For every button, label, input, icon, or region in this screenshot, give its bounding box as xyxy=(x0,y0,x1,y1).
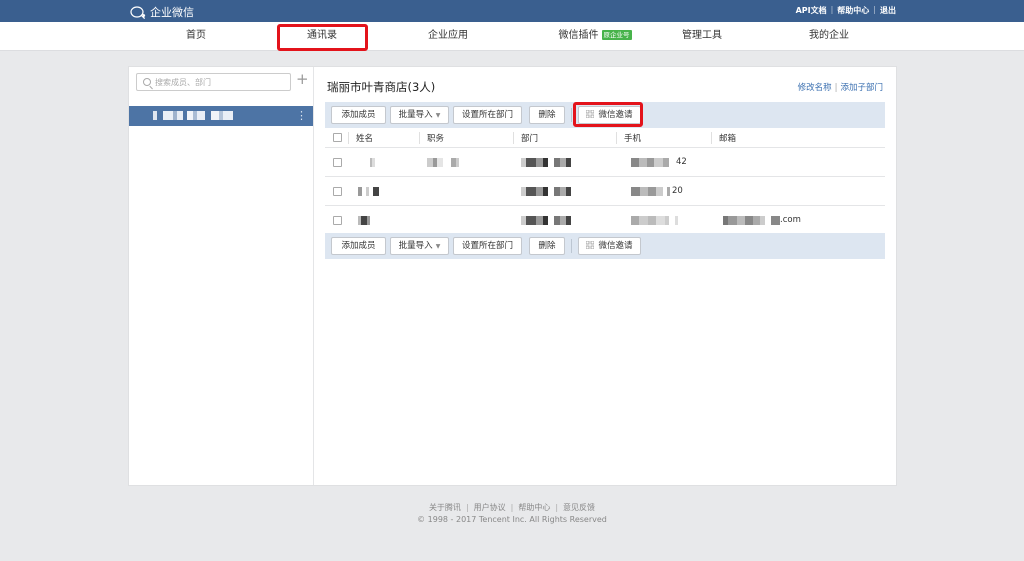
phone-suffix: 20 xyxy=(672,186,683,196)
member-search xyxy=(136,73,291,91)
user-agreement-link[interactable]: 用户协议 xyxy=(474,503,506,512)
more-options-icon[interactable]: ⋮ xyxy=(296,109,307,122)
row-checkbox[interactable] xyxy=(333,216,342,225)
table-row[interactable]: .com xyxy=(325,206,885,235)
plus-icon[interactable]: + xyxy=(296,71,309,87)
main-nav: 首页 通讯录 企业应用 微信插件 原企业号 管理工具 我的企业 xyxy=(0,22,1024,51)
wechat-invite-highlight-box xyxy=(573,102,643,127)
logout-link[interactable]: 退出 xyxy=(880,5,896,16)
nav-home[interactable]: 首页 xyxy=(166,22,226,50)
api-docs-link[interactable]: API文档 xyxy=(796,5,827,16)
column-separator xyxy=(513,132,514,144)
top-links: API文档 | 帮助中心 | 退出 xyxy=(796,5,896,16)
column-department: 部门 xyxy=(521,133,539,144)
phone-cell: 42 xyxy=(631,148,687,176)
contacts-panel: + ⋮ 瑞丽市叶青商店(3人) 修改名称|添加子部门 添加成员 批量导入▼ 设置… xyxy=(128,66,897,486)
qr-code-icon xyxy=(586,241,595,249)
redacted-phone xyxy=(631,157,676,167)
phone-cell: 20 xyxy=(631,177,683,205)
toolbar-separator xyxy=(571,239,572,253)
table-row[interactable]: 20 xyxy=(325,177,885,206)
delete-button[interactable]: 删除 xyxy=(529,237,565,255)
column-name: 姓名 xyxy=(356,133,374,144)
app-logo[interactable]: 企业微信 xyxy=(130,4,194,20)
redacted-phone xyxy=(631,186,672,196)
redacted-department xyxy=(521,148,571,176)
app-name: 企业微信 xyxy=(150,6,194,19)
nav-apps[interactable]: 企业应用 xyxy=(418,22,478,50)
bulk-import-button[interactable]: 批量导入 ▼ xyxy=(390,237,449,255)
department-title: 瑞丽市叶青商店(3人) xyxy=(327,80,436,94)
select-all-checkbox[interactable] xyxy=(333,133,342,142)
feedback-link[interactable]: 意见反馈 xyxy=(563,503,595,512)
column-separator xyxy=(616,132,617,144)
column-title: 职务 xyxy=(427,133,445,144)
separator: | xyxy=(510,503,514,512)
search-icon xyxy=(143,78,151,86)
separator: | xyxy=(555,503,559,512)
caret-down-icon: ▼ xyxy=(435,112,441,119)
nav-wechat-plugin[interactable]: 微信插件 原企业号 xyxy=(545,22,645,50)
redacted-department xyxy=(521,177,571,205)
redacted-phone xyxy=(631,206,678,234)
nav-management-tools[interactable]: 管理工具 xyxy=(672,22,732,50)
top-bar: 企业微信 API文档 | 帮助中心 | 退出 xyxy=(0,0,1024,22)
add-member-button[interactable]: 添加成员 xyxy=(331,106,386,124)
chat-bubble-icon xyxy=(130,5,146,19)
redacted-department xyxy=(521,206,571,234)
members-table: 姓名 职务 部门 手机 邮箱 42 20 .com xyxy=(325,128,885,235)
selected-department[interactable]: ⋮ xyxy=(129,106,313,126)
separator: | xyxy=(873,5,876,14)
help-center-link[interactable]: 帮助中心 xyxy=(837,5,869,16)
table-row[interactable]: 42 xyxy=(325,148,885,177)
footer-links: 关于腾讯 | 用户协议 | 帮助中心 | 意见反馈 xyxy=(0,502,1024,513)
row-checkbox[interactable] xyxy=(333,158,342,167)
column-separator xyxy=(711,132,712,144)
set-department-button[interactable]: 设置所在部门 xyxy=(453,106,522,124)
contacts-highlight-box xyxy=(277,24,368,51)
column-email: 邮箱 xyxy=(719,133,737,144)
redacted-department-name xyxy=(153,111,233,120)
nav-my-company[interactable]: 我的企业 xyxy=(799,22,859,50)
caret-down-icon: ▼ xyxy=(435,243,441,250)
phone-suffix: 42 xyxy=(676,157,687,167)
separator: | xyxy=(834,83,838,93)
add-subdepartment-link[interactable]: 添加子部门 xyxy=(840,83,883,93)
wechat-invite-button[interactable]: 微信邀请 xyxy=(578,237,641,255)
legacy-badge: 原企业号 xyxy=(601,30,632,40)
redacted-email xyxy=(723,215,780,225)
separator: | xyxy=(830,5,834,14)
department-sidebar: + ⋮ xyxy=(129,67,314,485)
redacted-title xyxy=(427,148,459,176)
nav-wechat-plugin-label: 微信插件 xyxy=(558,30,599,41)
column-separator xyxy=(348,132,349,144)
separator: | xyxy=(465,503,469,512)
member-toolbar-bottom: 添加成员 批量导入 ▼ 设置所在部门 删除 微信邀请 xyxy=(325,233,885,259)
toolbar-separator xyxy=(571,108,572,122)
email-cell: .com xyxy=(723,206,801,234)
copyright: © 1998 - 2017 Tencent Inc. All Rights Re… xyxy=(417,515,607,524)
rename-link[interactable]: 修改名称 xyxy=(798,83,832,93)
email-suffix: .com xyxy=(780,215,801,225)
wechat-invite-label: 微信邀请 xyxy=(598,241,633,251)
delete-button[interactable]: 删除 xyxy=(529,106,565,124)
search-input[interactable] xyxy=(155,76,285,88)
bulk-import-button[interactable]: 批量导入 ▼ xyxy=(390,106,449,124)
department-actions: 修改名称 | 添加子部门 xyxy=(798,81,883,93)
bulk-import-label: 批量导入 xyxy=(398,241,433,251)
column-separator xyxy=(419,132,420,144)
redacted-name xyxy=(370,148,375,176)
help-center-footer-link[interactable]: 帮助中心 xyxy=(518,503,550,512)
bulk-import-label: 批量导入 xyxy=(398,110,433,120)
column-phone: 手机 xyxy=(624,133,642,144)
row-checkbox[interactable] xyxy=(333,187,342,196)
table-header: 姓名 职务 部门 手机 邮箱 xyxy=(325,128,885,148)
department-members: 瑞丽市叶青商店(3人) 修改名称 | 添加子部门 添加成员 批量导入 ▼ 设置所在部门… xyxy=(315,67,897,485)
redacted-name xyxy=(358,177,379,205)
add-member-button[interactable]: 添加成员 xyxy=(331,237,386,255)
redacted-name xyxy=(358,206,370,234)
set-department-button[interactable]: 设置所在部门 xyxy=(453,237,522,255)
about-tencent-link[interactable]: 关于腾讯 xyxy=(429,503,461,512)
